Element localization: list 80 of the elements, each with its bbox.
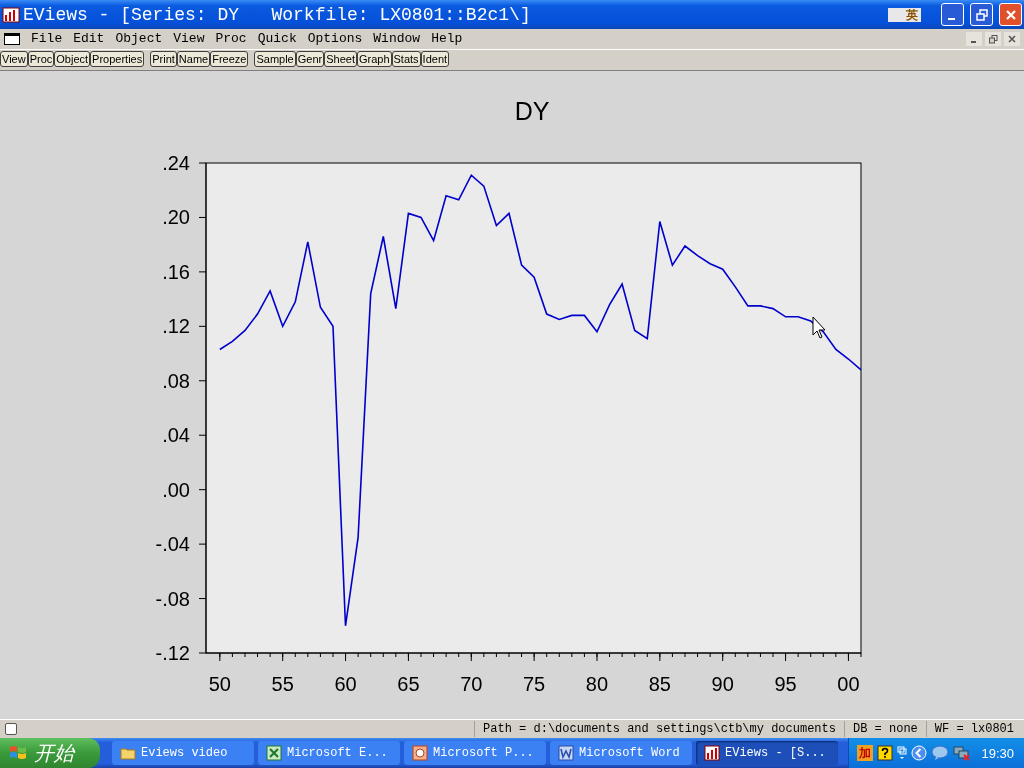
taskbar-button[interactable]: Microsoft P... <box>404 741 546 765</box>
restore-icon <box>988 34 998 44</box>
ime-indicator[interactable]: 英 <box>888 7 921 22</box>
x-tick-label: 70 <box>460 673 483 695</box>
y-tick-label: .16 <box>162 260 190 283</box>
x-tick-label: 55 <box>271 673 294 695</box>
app-icon <box>2 5 20 24</box>
toolbar-button[interactable]: Genr <box>295 51 325 67</box>
menu-item[interactable]: Quick <box>252 30 303 48</box>
menu-item[interactable]: Window <box>368 30 427 48</box>
taskbar-button[interactable]: Eviews video <box>112 741 254 765</box>
x-tick-label: 75 <box>523 673 546 695</box>
x-tick-label: 60 <box>334 673 357 695</box>
minimize-icon <box>947 17 955 20</box>
toolbar-button[interactable]: Stats <box>391 51 421 67</box>
close-button[interactable] <box>999 3 1022 26</box>
y-tick-label: .20 <box>162 206 190 229</box>
x-tick-label: 50 <box>208 673 231 695</box>
spreadsheet-icon <box>266 745 282 761</box>
mouse-cursor-icon <box>812 316 826 339</box>
status-text: WF = lx0801 <box>925 721 1022 737</box>
toolbar-button[interactable]: Name <box>176 51 211 67</box>
chevron-left-icon[interactable] <box>911 745 928 761</box>
restore-icon <box>975 8 988 21</box>
toolbar-button[interactable]: Properties <box>90 51 145 67</box>
chat-icon[interactable] <box>931 745 950 761</box>
menu-item[interactable]: View <box>168 30 211 48</box>
x-tick-label: 65 <box>397 673 420 695</box>
menu-item[interactable]: Object <box>110 30 169 48</box>
toolbar-button[interactable]: Freeze <box>210 51 249 67</box>
toolbar-button[interactable]: View <box>0 51 28 67</box>
y-tick-label: -.12 <box>155 642 190 664</box>
status-checkbox[interactable] <box>5 723 17 735</box>
taskbar-button[interactable]: Microsoft Word <box>550 741 692 765</box>
y-tick-label: .08 <box>162 369 190 392</box>
y-tick-label: .24 <box>162 152 190 174</box>
toolbar-button[interactable]: Graph <box>356 51 392 67</box>
menu-item[interactable]: File <box>26 30 69 48</box>
restore-button[interactable] <box>985 32 1001 46</box>
x-tick-label: 00 <box>837 673 860 695</box>
minimize-button[interactable] <box>941 3 964 26</box>
menu-item[interactable]: Proc <box>210 30 253 48</box>
bar-chart-icon <box>704 745 720 761</box>
toolbar-button[interactable]: Object <box>54 51 91 67</box>
status-text: Path = d:\documents and settings\ctb\my documents <box>474 721 844 737</box>
toolbar-button[interactable]: Ident <box>420 51 450 67</box>
folder-icon <box>120 746 136 760</box>
document-icon <box>558 745 574 761</box>
y-tick-label: -.04 <box>155 533 190 556</box>
minimize-button[interactable] <box>966 32 982 46</box>
close-icon <box>1008 35 1016 43</box>
x-tick-label: 80 <box>585 673 609 695</box>
x-tick-label: 85 <box>648 673 671 695</box>
close-button[interactable] <box>1004 32 1020 46</box>
y-tick-label: .12 <box>162 315 190 338</box>
taskbar-button[interactable]: EViews - [S... <box>696 741 838 765</box>
toolbar-button[interactable]: Sample <box>254 51 296 67</box>
y-tick-label: .00 <box>162 478 190 501</box>
status-text: DB = none <box>843 721 926 737</box>
toolbar-button[interactable]: Print <box>150 51 177 67</box>
menu-item[interactable]: Edit <box>68 30 111 48</box>
toolbar-button[interactable]: Proc <box>27 51 55 67</box>
y-tick-label: -.08 <box>155 587 190 610</box>
menu-item[interactable]: Options <box>302 30 369 48</box>
presentation-icon <box>412 745 428 761</box>
document-window-icon[interactable] <box>4 33 20 45</box>
window-title: EViews - [Series: DY Workfile: LX0801::B2c1\] <box>23 3 531 26</box>
help-icon[interactable] <box>877 745 894 761</box>
chart-title: DY <box>514 97 550 125</box>
restore-button[interactable] <box>970 3 993 26</box>
x-tick-label: 95 <box>774 673 797 695</box>
start-button[interactable]: 开始 <box>0 738 100 768</box>
taskbar-button[interactable]: Microsoft E... <box>258 741 400 765</box>
network-icon[interactable] <box>953 745 972 761</box>
clock[interactable]: 19:30 <box>981 745 1014 761</box>
close-icon <box>1004 8 1017 21</box>
y-tick-label: .04 <box>162 424 190 447</box>
menu-item[interactable]: Help <box>426 30 469 48</box>
x-tick-label: 90 <box>711 673 734 695</box>
toolbar-button[interactable]: Sheet <box>324 51 357 67</box>
